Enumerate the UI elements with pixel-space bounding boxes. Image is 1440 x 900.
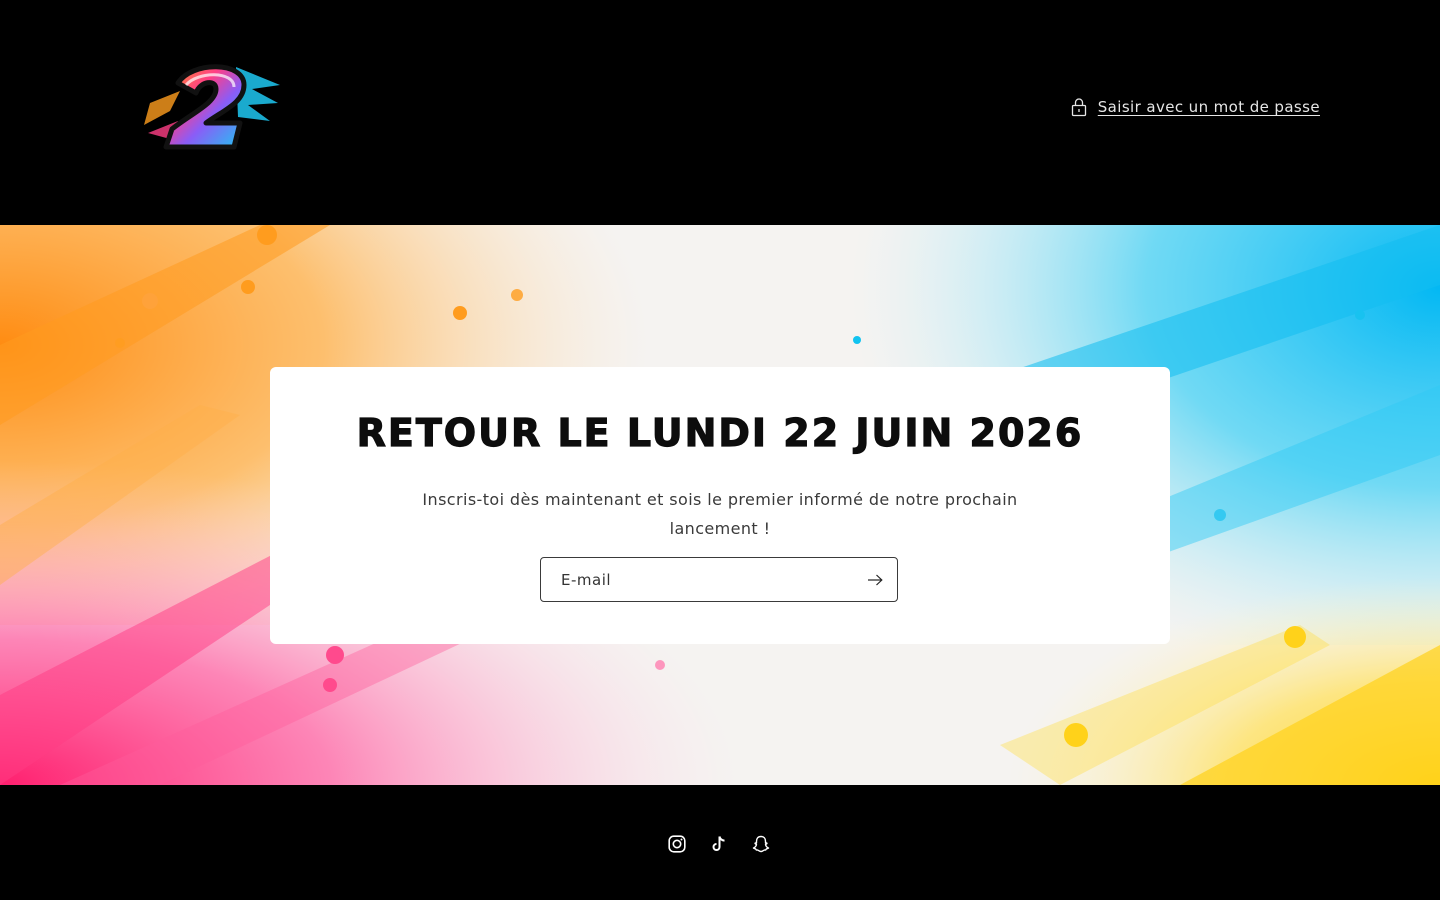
site-header: Saisir avec un mot de passe xyxy=(0,0,1440,225)
password-link-label: Saisir avec un mot de passe xyxy=(1097,98,1320,116)
snapchat-icon xyxy=(752,835,770,853)
logo-number-2-icon xyxy=(144,64,280,150)
site-footer xyxy=(0,785,1440,900)
snapchat-link[interactable] xyxy=(750,833,772,855)
password-login-link[interactable]: Saisir avec un mot de passe xyxy=(1070,97,1320,117)
email-input[interactable] xyxy=(541,558,853,601)
instagram-link[interactable] xyxy=(666,833,688,855)
logo[interactable] xyxy=(140,55,284,159)
tiktok-link[interactable] xyxy=(708,833,730,855)
signup-card: RETOUR LE LUNDI 22 JUIN 2026 Inscris-toi… xyxy=(270,367,1170,644)
newsletter-form xyxy=(540,557,898,602)
tiktok-icon xyxy=(712,836,725,851)
page-title: RETOUR LE LUNDI 22 JUIN 2026 xyxy=(356,410,1084,455)
arrow-right-icon xyxy=(868,574,883,585)
signup-description: Inscris-toi dès maintenant et sois le pr… xyxy=(422,490,1018,538)
lock-icon xyxy=(1071,98,1086,117)
social-links xyxy=(666,833,772,855)
hero-banner: RETOUR LE LUNDI 22 JUIN 2026 Inscris-toi… xyxy=(0,225,1440,785)
instagram-icon xyxy=(668,835,686,853)
subscribe-button[interactable] xyxy=(853,558,897,601)
